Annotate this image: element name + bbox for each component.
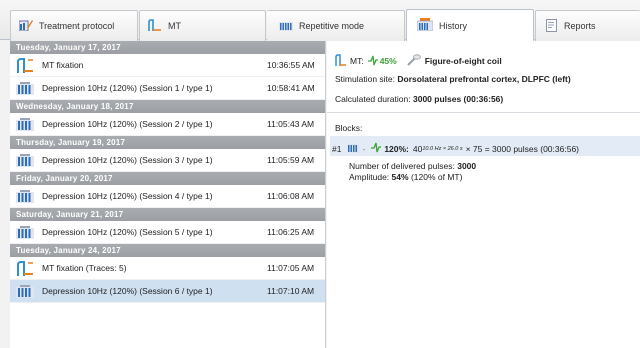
tab-label: Treatment protocol	[39, 21, 115, 31]
amplitude-note: (120% of MT)	[410, 172, 463, 182]
day-header: Saturday, January 21, 2017	[10, 208, 325, 221]
divider	[327, 112, 640, 113]
block-row[interactable]: #1 - 120%: 40 10.0 Hz × 26.0 s × 75 = 300…	[330, 136, 640, 156]
mt-icon	[335, 54, 347, 68]
entry-time: 11:07:10 AM	[267, 286, 315, 296]
entry-label: Depression 10Hz (120%) (Session 3 / type…	[42, 155, 213, 165]
tab-reports[interactable]: Reports	[535, 10, 640, 41]
amplitude-value: 54%	[391, 172, 409, 182]
tab-label: MT	[168, 21, 181, 31]
history-entry[interactable]: MT fixation 10:36:55 AM	[10, 54, 325, 77]
mt-summary-line: MT: 45% Figure-of-eight coil	[335, 54, 502, 68]
history-entry[interactable]: Depression 10Hz (120%) (Session 6 / type…	[10, 280, 325, 303]
history-icon	[416, 18, 434, 33]
tab-label: Reports	[564, 21, 596, 31]
entry-time: 11:05:59 AM	[267, 155, 315, 165]
repetitive-session-icon	[16, 153, 34, 169]
repetitive-session-icon	[16, 225, 34, 241]
coil-name: Figure-of-eight coil	[424, 56, 502, 66]
history-entry[interactable]: Depression 10Hz (120%) (Session 3 / type…	[10, 149, 325, 172]
day-header: Friday, January 20, 2017	[10, 172, 325, 185]
day-header: Tuesday, January 24, 2017	[10, 244, 325, 257]
tab-treatment-protocol[interactable]: Treatment protocol	[10, 10, 138, 41]
entry-label: Depression 10Hz (120%) (Session 2 / type…	[42, 119, 213, 129]
entry-time: 11:07:05 AM	[267, 263, 315, 273]
duration-value: 3000 pulses (00:36:56)	[412, 94, 504, 104]
pulses-value: 3000	[457, 161, 477, 171]
tab-label: Repetitive mode	[299, 21, 365, 31]
mt-label: MT:	[350, 56, 364, 66]
mt-icon	[148, 19, 162, 33]
entry-time: 11:05:43 AM	[267, 119, 315, 129]
history-entry[interactable]: Depression 10Hz (120%) (Session 5 / type…	[10, 221, 325, 244]
repetitive-icon	[347, 143, 360, 155]
mt-fixation-icon	[16, 261, 34, 278]
block-formula-rest: × 75 = 3000 pulses (00:36:56)	[465, 143, 579, 154]
coil-icon	[407, 54, 421, 68]
block-index: #1	[332, 143, 342, 154]
blocks-label: Blocks:	[335, 123, 363, 133]
entry-time: 11:06:08 AM	[267, 191, 315, 201]
amplitude-line: Amplitude: 54% (120% of MT)	[349, 172, 462, 182]
block-intensity: 120%:	[384, 143, 409, 154]
mt-fixation-icon	[16, 58, 34, 75]
history-entry[interactable]: MT fixation (Traces: 5) 11:07:05 AM	[10, 257, 325, 280]
delivered-pulses-line: Number of delivered pulses: 3000	[349, 161, 476, 171]
pulses-label: Number of delivered pulses:	[349, 161, 455, 171]
tab-label: History	[439, 20, 468, 31]
tab-repetitive-mode[interactable]: Repetitive mode	[267, 10, 405, 41]
entry-time: 11:06:25 AM	[267, 227, 315, 237]
mt-value: 45%	[379, 56, 397, 66]
tab-mt[interactable]: MT	[139, 10, 266, 41]
block-superscript: 10.0 Hz × 26.0 s	[422, 145, 463, 152]
protocol-icon	[18, 19, 33, 33]
block-base: 40	[412, 143, 423, 154]
stimulation-site-line: Stimulation site: Dorsolateral prefronta…	[335, 74, 571, 84]
amplitude-label: Amplitude:	[349, 172, 390, 182]
tab-bar: Treatment protocol MT Repetitive mode Hi…	[0, 0, 640, 41]
site-label: Stimulation site:	[335, 74, 395, 84]
entry-time: 10:58:41 AM	[267, 83, 315, 93]
pulse-icon	[367, 55, 378, 68]
repetitive-session-icon	[16, 284, 34, 300]
reports-icon	[546, 18, 558, 34]
entry-label: Depression 10Hz (120%) (Session 1 / type…	[42, 83, 213, 93]
history-entry[interactable]: Depression 10Hz (120%) (Session 2 / type…	[10, 113, 325, 136]
entry-label: MT fixation	[42, 60, 84, 70]
entry-time: 10:36:55 AM	[267, 60, 315, 70]
entry-label: Depression 10Hz (120%) (Session 4 / type…	[42, 191, 213, 201]
session-detail-panel: MT: 45% Figure-of-eight coil Stimulation…	[327, 41, 640, 348]
site-value: Dorsolateral prefrontal cortex, DLPFC (l…	[397, 74, 571, 84]
block-formula: #1 - 120%: 40 10.0 Hz × 26.0 s × 75 = 300…	[332, 142, 579, 155]
history-entry[interactable]: Depression 10Hz (120%) (Session 4 / type…	[10, 185, 325, 208]
entry-label: MT fixation (Traces: 5)	[42, 263, 127, 273]
repetitive-session-icon	[16, 117, 34, 133]
tab-history[interactable]: History	[406, 9, 534, 41]
day-header: Tuesday, January 17, 2017	[10, 41, 325, 54]
history-list: Tuesday, January 17, 2017 MT fixation 10:3…	[10, 41, 326, 348]
duration-label: Calculated duration:	[335, 94, 411, 104]
pulse-icon	[371, 142, 382, 155]
entry-label: Depression 10Hz (120%) (Session 5 / type…	[42, 227, 213, 237]
duration-line: Calculated duration: 3000 pulses (00:36:…	[335, 94, 503, 104]
day-header: Wednesday, January 18, 2017	[10, 100, 325, 113]
repetitive-icon	[279, 20, 293, 33]
entry-label: Depression 10Hz (120%) (Session 6 / type…	[42, 286, 213, 296]
day-header: Thursday, January 19, 2017	[10, 136, 325, 149]
repetitive-session-icon	[16, 81, 34, 97]
history-entry[interactable]: Depression 10Hz (120%) (Session 1 / type…	[10, 77, 325, 100]
repetitive-session-icon	[16, 189, 34, 205]
